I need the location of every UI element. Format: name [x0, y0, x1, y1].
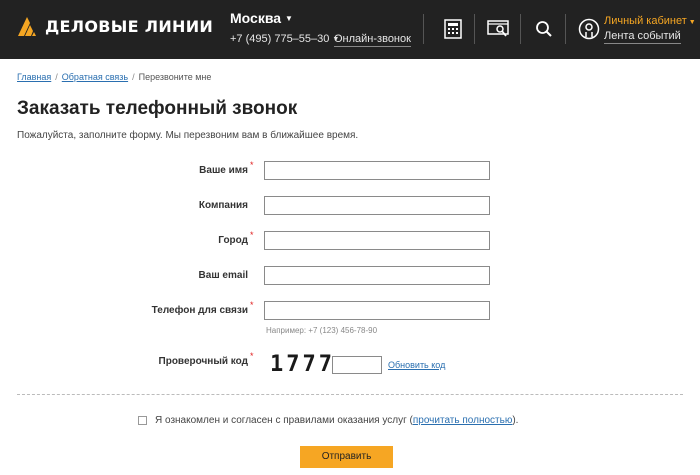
personal-cabinet-link[interactable]: Личный кабинет ▼	[604, 15, 696, 27]
captcha-image: 1777	[270, 352, 335, 377]
divider	[17, 394, 683, 395]
required-mark: *	[250, 300, 254, 310]
breadcrumb-current: Перезвоните мне	[138, 72, 212, 82]
header-divider	[520, 14, 521, 44]
captcha-label: Проверочный код	[158, 356, 248, 367]
phone-field[interactable]	[264, 301, 490, 320]
chevron-down-icon: ▼	[285, 14, 293, 23]
account-icon[interactable]	[577, 17, 601, 41]
search-icon[interactable]	[532, 17, 556, 41]
header-divider	[565, 14, 566, 44]
captcha-input[interactable]	[332, 356, 382, 374]
refresh-captcha-link[interactable]: Обновить код	[388, 360, 445, 370]
online-call-link[interactable]: Онлайн-звонок	[334, 33, 411, 47]
company-label: Компания	[198, 200, 248, 211]
phone-hint: Например: +7 (123) 456-78-90	[266, 326, 378, 335]
city-field[interactable]	[264, 231, 490, 250]
company-field[interactable]	[264, 196, 490, 215]
email-label: Ваш email	[198, 270, 248, 281]
agreement-text-end: ).	[512, 415, 519, 426]
breadcrumb-separator: /	[132, 72, 135, 82]
required-mark: *	[250, 351, 254, 361]
breadcrumb-separator: /	[55, 72, 58, 82]
logo[interactable]: ДЕЛОВЫЕ ЛИНИИ	[16, 15, 213, 37]
read-rules-link[interactable]: прочитать полностью	[413, 415, 512, 426]
agree-checkbox[interactable]	[138, 416, 147, 425]
submit-button[interactable]: Отправить	[300, 446, 393, 468]
breadcrumb-feedback[interactable]: Обратная связь	[62, 72, 128, 82]
top-header: ДЕЛОВЫЕ ЛИНИИ Москва ▼ +7 (495) 775–55–30…	[0, 0, 700, 59]
breadcrumb-home[interactable]: Главная	[17, 72, 51, 82]
city-label: Город	[218, 235, 248, 246]
required-mark: *	[250, 160, 254, 170]
phone-selector[interactable]: +7 (495) 775–55–30 ▼	[230, 33, 339, 45]
header-divider	[474, 14, 475, 44]
event-feed-link[interactable]: Лента событий	[604, 30, 681, 44]
email-field[interactable]	[264, 266, 490, 285]
chevron-down-icon: ▼	[688, 19, 696, 26]
name-label: Ваше имя	[199, 165, 248, 176]
logo-text: ДЕЛОВЫЕ ЛИНИИ	[45, 16, 214, 36]
agreement-row: Я ознакомлен и согласен с правилами оказ…	[138, 415, 518, 426]
name-field[interactable]	[264, 161, 490, 180]
breadcrumb: Главная / Обратная связь / Перезвоните мне	[17, 72, 211, 82]
agreement-text: Я ознакомлен и согласен с правилами оказ…	[155, 415, 413, 426]
header-divider	[423, 14, 424, 44]
tracking-icon[interactable]	[486, 17, 510, 41]
city-selector[interactable]: Москва ▼	[230, 10, 293, 26]
required-mark: *	[250, 230, 254, 240]
phone-label: Телефон для связи	[151, 305, 248, 316]
calculator-icon[interactable]	[441, 17, 465, 41]
page-subtitle: Пожалуйста, заполните форму. Мы перезвон…	[17, 130, 359, 141]
logo-mark-icon	[18, 17, 36, 36]
phone-number: +7 (495) 775–55–30	[230, 33, 330, 45]
city-name: Москва	[230, 10, 282, 26]
cabinet-label: Личный кабинет	[604, 15, 687, 27]
page-title: Заказать телефонный звонок	[17, 98, 298, 119]
